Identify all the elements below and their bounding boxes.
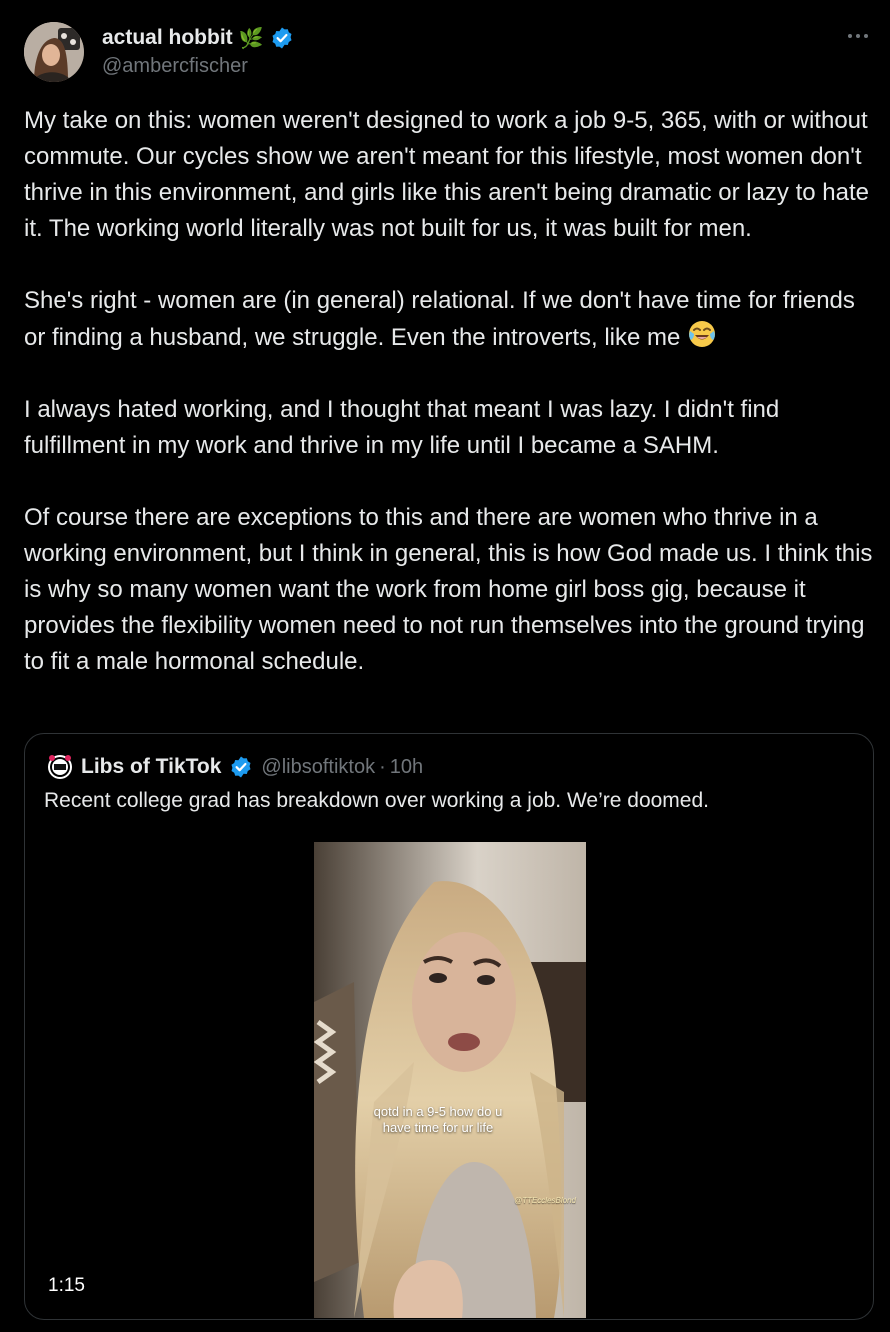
- quoted-tweet[interactable]: Libs of TikTok @libsoftiktok · 10h Recen…: [24, 733, 874, 1320]
- meta-separator: ·: [379, 755, 386, 778]
- tweet-paragraph: She's right - women are (in general) rel…: [24, 283, 876, 356]
- tweet-paragraph-text: She's right - women are (in general) rel…: [24, 287, 855, 351]
- herb-emoji: 🌿: [238, 27, 264, 50]
- video-thumbnail: [314, 842, 586, 1318]
- face-with-tears-of-joy-icon: [687, 319, 717, 349]
- quoted-author-name[interactable]: Libs of TikTok: [81, 755, 221, 779]
- quoted-tweet-text: Recent college grad has breakdown over w…: [44, 789, 709, 812]
- video-caption-line: qotd in a 9-5 how do u: [373, 1104, 503, 1119]
- video-player[interactable]: qotd in a 9-5 how do u have time for ur …: [314, 842, 586, 1318]
- more-options-icon[interactable]: [844, 26, 872, 46]
- libs-of-tiktok-avatar[interactable]: [47, 754, 73, 780]
- tweet-text: My take on this: women weren't designed …: [24, 103, 876, 680]
- author-name-row: actual hobbit 🌿: [102, 24, 294, 52]
- video-caption-line: have time for ur life: [382, 1120, 494, 1135]
- author-handle[interactable]: @ambercfischer: [102, 55, 248, 78]
- video-duration: 1:15: [48, 1275, 85, 1296]
- quoted-meta: @libsoftiktok · 10h: [261, 756, 423, 779]
- verified-badge-icon: [270, 26, 294, 50]
- tweet-paragraph: My take on this: women weren't designed …: [24, 107, 869, 242]
- quoted-author-handle[interactable]: @libsoftiktok: [261, 756, 375, 779]
- author-avatar[interactable]: [24, 22, 84, 82]
- author-name[interactable]: actual hobbit: [102, 26, 233, 50]
- tweet: actual hobbit 🌿 @ambercfischer My take o…: [0, 0, 890, 1332]
- tweet-paragraph: Of course there are exceptions to this a…: [24, 504, 873, 675]
- verified-badge-icon: [229, 755, 253, 779]
- tweet-paragraph: I always hated working, and I thought th…: [24, 396, 780, 459]
- video-caption: qotd in a 9-5 how do u have time for ur …: [314, 1104, 562, 1136]
- quoted-tweet-header: Libs of TikTok @libsoftiktok · 10h: [47, 752, 423, 782]
- quoted-timestamp[interactable]: 10h: [390, 756, 423, 779]
- video-watermark: @TTEcclesBlond: [514, 1196, 576, 1205]
